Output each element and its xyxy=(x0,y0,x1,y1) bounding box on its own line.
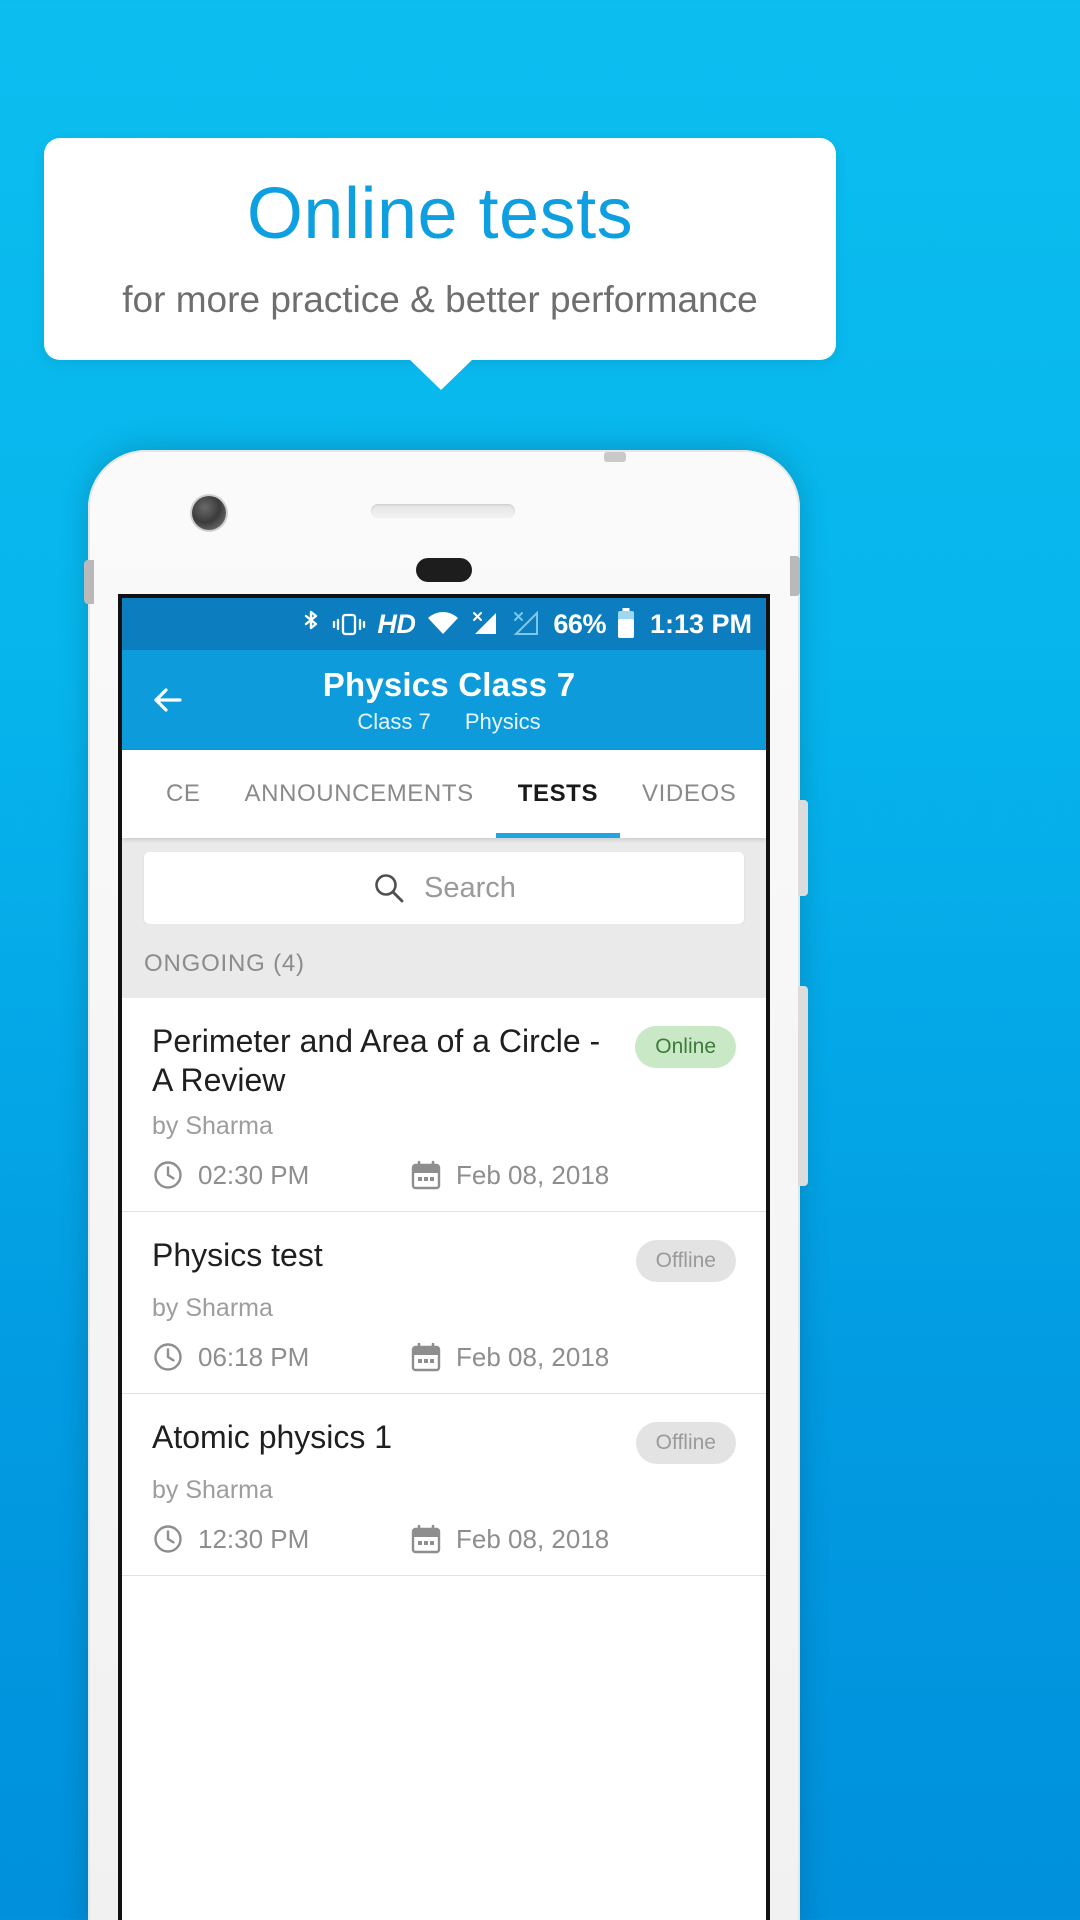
test-author: by Sharma xyxy=(152,1476,273,1505)
card-header-row: Physics test Offline xyxy=(152,1236,736,1283)
status-bar: HD 66% 1:13 PM xyxy=(122,598,766,650)
phone-screen: HD 66% 1:13 PM Physics Class 7 Class 7 P… xyxy=(118,594,770,1920)
search-input[interactable]: Search xyxy=(144,852,744,924)
search-icon xyxy=(372,871,406,905)
tab-ce[interactable]: CE xyxy=(144,750,223,838)
test-time-group: 02:30 PM xyxy=(152,1159,410,1191)
section-header-ongoing: ONGOING (4) xyxy=(122,924,766,998)
test-date-group: Feb 08, 2018 xyxy=(410,1523,609,1555)
tab-videos[interactable]: VIDEOS xyxy=(620,750,758,838)
promo-subtitle: for more practice & better performance xyxy=(122,278,758,320)
calendar-icon xyxy=(410,1159,442,1191)
test-date: Feb 08, 2018 xyxy=(456,1523,610,1554)
tab-tests[interactable]: TESTS xyxy=(495,750,621,838)
signal-no-sim-1-icon xyxy=(471,609,501,639)
app-bar: Physics Class 7 Class 7 Physics xyxy=(122,650,766,750)
subtitle-class: Class 7 xyxy=(357,708,431,734)
promo-headline: Online tests xyxy=(246,174,634,255)
page-subtitle: Class 7 Physics xyxy=(132,709,766,735)
test-title: Physics test xyxy=(152,1237,323,1274)
promo-callout-tail xyxy=(408,358,474,390)
card-meta-row: 02:30 PM Feb 08, 2018 xyxy=(152,1159,736,1191)
calendar-icon xyxy=(410,1341,442,1373)
test-date: Feb 08, 2018 xyxy=(456,1159,610,1190)
status-badge: Offline xyxy=(635,1422,736,1465)
phone-power-button xyxy=(798,800,808,896)
battery-icon xyxy=(617,608,635,640)
table-row[interactable]: Atomic physics 1 Offline by Sharma 12:30… xyxy=(122,1394,766,1577)
tab-bar: CE ANNOUNCEMENTS TESTS VIDEOS xyxy=(122,750,766,838)
clock-icon xyxy=(152,1159,184,1191)
back-arrow-icon[interactable] xyxy=(146,678,190,722)
status-badge: Online xyxy=(635,1026,736,1068)
app-bar-text-block: Physics Class 7 Class 7 Physics xyxy=(122,666,766,735)
bluetooth-icon xyxy=(301,609,321,639)
table-row[interactable]: Physics test Offline by Sharma 06:18 PM xyxy=(122,1212,766,1395)
status-badge: Offline xyxy=(635,1240,736,1283)
card-header-row: Perimeter and Area of a Circle - A Revie… xyxy=(152,1022,736,1100)
clock-icon xyxy=(152,1341,184,1373)
earpiece-speaker xyxy=(371,504,515,518)
card-header-row: Atomic physics 1 Offline xyxy=(152,1418,736,1465)
phone-side-button-top-right xyxy=(790,556,800,596)
vibrate-icon xyxy=(332,609,366,639)
search-placeholder: Search xyxy=(424,871,516,904)
test-time-group: 06:18 PM xyxy=(152,1341,410,1373)
sensor-strip xyxy=(416,558,472,582)
test-time: 06:18 PM xyxy=(198,1341,310,1372)
test-date-group: Feb 08, 2018 xyxy=(410,1159,609,1191)
table-row[interactable]: Perimeter and Area of a Circle - A Revie… xyxy=(122,998,766,1213)
promo-callout: Online tests for more practice & better … xyxy=(44,138,836,360)
test-time: 02:30 PM xyxy=(198,1159,310,1190)
status-bar-clock: 1:13 PM xyxy=(649,608,752,639)
subtitle-subject: Physics xyxy=(464,708,541,734)
card-meta-row: 12:30 PM Feb 08, 2018 xyxy=(152,1523,736,1555)
test-time-group: 12:30 PM xyxy=(152,1523,410,1555)
search-area: Search xyxy=(122,838,766,924)
test-author: by Sharma xyxy=(152,1112,273,1141)
battery-percent-label: 66% xyxy=(553,608,606,639)
tab-announcements[interactable]: ANNOUNCEMENTS xyxy=(223,750,496,838)
test-date-group: Feb 08, 2018 xyxy=(410,1341,609,1373)
test-author: by Sharma xyxy=(152,1294,273,1323)
wifi-icon xyxy=(426,609,460,639)
clock-icon xyxy=(152,1523,184,1555)
test-title: Perimeter and Area of a Circle - A Revie… xyxy=(152,1023,601,1099)
test-time: 12:30 PM xyxy=(198,1523,310,1554)
test-date: Feb 08, 2018 xyxy=(456,1341,610,1372)
card-meta-row: 06:18 PM Feb 08, 2018 xyxy=(152,1341,736,1373)
phone-antenna-nub xyxy=(604,452,626,462)
front-camera-icon xyxy=(192,496,226,530)
phone-side-button-left xyxy=(84,560,94,604)
test-title: Atomic physics 1 xyxy=(152,1419,393,1456)
hd-icon: HD xyxy=(377,608,416,639)
signal-no-sim-2-icon xyxy=(512,609,542,639)
calendar-icon xyxy=(410,1523,442,1555)
page-title: Physics Class 7 xyxy=(322,665,576,703)
phone-volume-button xyxy=(798,986,808,1186)
